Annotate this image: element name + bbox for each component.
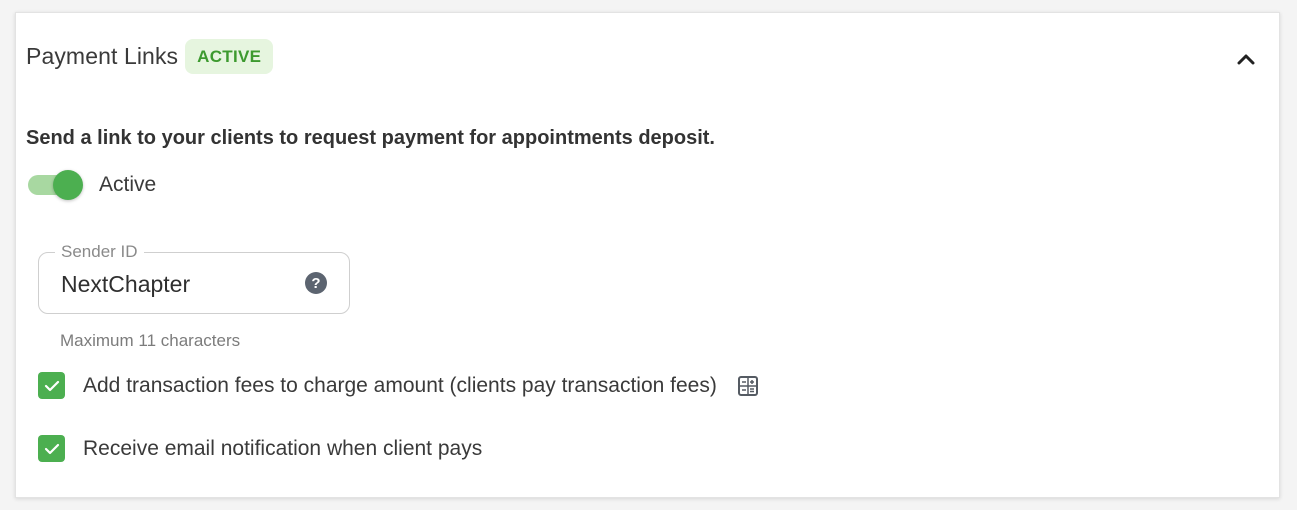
checkmark-icon [44, 443, 59, 454]
question-mark-icon[interactable]: ? [305, 272, 327, 294]
email-notification-option: Receive email notification when client p… [38, 435, 482, 462]
checkmark-icon [44, 380, 59, 391]
transaction-fees-label: Add transaction fees to charge amount (c… [83, 373, 717, 397]
toggle-label: Active [99, 173, 157, 196]
card-title: Payment Links [26, 43, 179, 69]
status-badge: ACTIVE [185, 39, 274, 74]
card-header: Payment Links ACTIVE [26, 39, 274, 74]
collapse-button[interactable] [1233, 46, 1259, 72]
payment-links-card: Payment Links ACTIVE Send a link to your… [15, 12, 1280, 498]
chevron-up-icon [1237, 54, 1255, 65]
sender-id-field: Sender ID ? [38, 242, 350, 314]
section-description: Send a link to your clients to request p… [26, 127, 715, 149]
calculator-icon[interactable] [737, 375, 759, 397]
transaction-fees-option: Add transaction fees to charge amount (c… [38, 372, 759, 399]
toggle-knob [53, 170, 83, 200]
email-notification-checkbox[interactable] [38, 435, 65, 462]
active-toggle-row: Active [26, 169, 156, 201]
sender-id-input[interactable] [61, 271, 291, 298]
transaction-fees-checkbox[interactable] [38, 372, 65, 399]
email-notification-label: Receive email notification when client p… [83, 436, 483, 460]
sender-id-hint: Maximum 11 characters [60, 331, 241, 350]
sender-id-legend: Sender ID [55, 242, 144, 262]
active-toggle[interactable] [26, 169, 84, 201]
